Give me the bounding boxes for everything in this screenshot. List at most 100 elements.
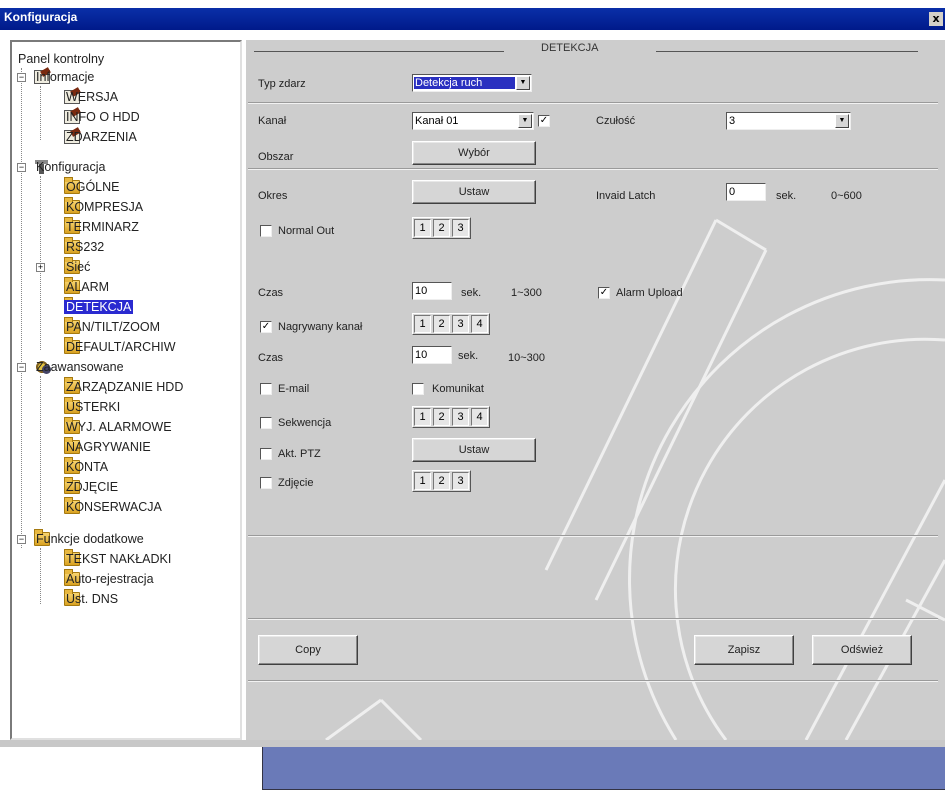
tree-item-label: OGÓLNE <box>66 180 120 194</box>
period-set-button[interactable]: Ustaw <box>412 180 536 204</box>
email-checkbox[interactable] <box>260 383 272 395</box>
tree-item-detekcja[interactable]: DETEKCJA <box>64 297 134 316</box>
tree-item-pan-tilt-zoom[interactable]: PAN/TILT/ZOOM <box>64 317 160 336</box>
tree-item-zdjecie[interactable]: ZDJĘCIE <box>64 477 118 496</box>
channel-label: Kanał <box>258 115 287 127</box>
divider <box>248 680 938 682</box>
tree-item-informacje[interactable]: Informacje <box>34 68 94 86</box>
channel-enable-checkbox[interactable]: ✓ <box>538 115 550 127</box>
expand-icon[interactable]: + <box>36 263 45 272</box>
close-icon[interactable]: x <box>929 12 943 26</box>
tree-item-label: Panel kontrolny <box>18 52 105 66</box>
header-divider <box>656 51 918 52</box>
alarm-upload-checkbox[interactable]: ✓ <box>598 287 610 299</box>
tree-item-label: DEFAULT/ARCHIW <box>66 340 176 354</box>
tree-item-tekst-nakladki[interactable]: TEKST NAKŁADKI <box>64 549 171 568</box>
channel-3-toggle[interactable]: 3 <box>452 315 469 333</box>
event-type-value: Detekcja ruch <box>414 77 515 89</box>
header-divider <box>254 51 504 52</box>
tree-item-zdarzenia[interactable]: ZDARZENIA <box>64 128 137 146</box>
chevron-down-icon[interactable]: ▼ <box>835 114 849 128</box>
sequence-selector: 1 2 3 4 <box>412 406 490 428</box>
channel-2-toggle[interactable]: 2 <box>433 315 450 333</box>
tree-item-alarm[interactable]: ALARM <box>64 277 109 296</box>
record-channel-checkbox[interactable]: ✓ <box>260 321 272 333</box>
tree-item-konfiguracja[interactable]: Konfiguracja <box>34 158 106 176</box>
tree-item-label: Konfiguracja <box>36 160 106 174</box>
normal-out-selector: 1 2 3 <box>412 217 471 239</box>
sequence-2-toggle[interactable]: 2 <box>433 408 450 426</box>
tree-item-wyj-alarmowe[interactable]: WYJ. ALARMOWE <box>64 417 172 436</box>
area-select-button[interactable]: Wybór <box>412 141 536 165</box>
time-range: 1~300 <box>511 287 542 299</box>
record-time-input[interactable] <box>412 346 452 364</box>
snapshot-1-toggle[interactable]: 1 <box>414 472 431 490</box>
alarm-upload-label: Alarm Upload <box>616 287 683 299</box>
chevron-down-icon[interactable]: ▼ <box>516 76 530 90</box>
sequence-3-toggle[interactable]: 3 <box>452 408 469 426</box>
tree-item-label: NAGRYWANIE <box>66 440 151 454</box>
channel-select[interactable]: Kanał 01 ▼ <box>412 112 534 130</box>
tree-item-siec[interactable]: Sieć <box>64 257 90 276</box>
tree-item-rs232[interactable]: RS232 <box>64 237 104 256</box>
ptz-activation-checkbox[interactable] <box>260 448 272 460</box>
sequence-checkbox[interactable] <box>260 417 272 429</box>
sensitivity-value: 3 <box>729 115 736 127</box>
tree-item-auto-rejestracja[interactable]: Auto-rejestracja <box>64 569 154 588</box>
tree-item-label: Zaawansowane <box>36 360 124 374</box>
window-titlebar: Konfiguracja x <box>0 0 945 30</box>
snapshot-checkbox[interactable] <box>260 477 272 489</box>
sequence-1-toggle[interactable]: 1 <box>414 408 431 426</box>
tree-item-ust-dns[interactable]: Ust. DNS <box>64 589 118 608</box>
snapshot-3-toggle[interactable]: 3 <box>452 472 469 490</box>
divider <box>248 618 938 620</box>
tree-item-zaawansowane[interactable]: Zaawansowane <box>34 358 124 376</box>
tree-item-kompresja[interactable]: KOMPRESJA <box>64 197 143 216</box>
normal-out-label: Normal Out <box>278 225 335 237</box>
tree-item-terminarz[interactable]: TERMINARZ <box>64 217 139 236</box>
event-type-label: Typ zdarz <box>258 78 306 90</box>
tree-item-konserwacja[interactable]: KONSERWACJA <box>64 497 162 516</box>
channel-1-toggle[interactable]: 1 <box>414 315 431 333</box>
tree-item-wersja[interactable]: WERSJA <box>64 88 118 106</box>
tree-connector <box>40 376 41 522</box>
tree-item-info-o-hdd[interactable]: INFO O HDD <box>64 108 140 126</box>
tree-item-label: ZDARZENIA <box>66 130 137 144</box>
chevron-down-icon[interactable]: ▼ <box>518 114 532 128</box>
tree-item-nagrywanie[interactable]: NAGRYWANIE <box>64 437 151 456</box>
copy-button[interactable]: Copy <box>258 635 358 665</box>
event-type-select[interactable]: Detekcja ruch ▼ <box>412 74 532 92</box>
navigation-tree: Panel kontrolny − Informacje WERSJA INFO… <box>10 40 945 790</box>
divider <box>248 535 938 537</box>
sensitivity-select[interactable]: 3 ▼ <box>726 112 851 130</box>
message-checkbox[interactable] <box>412 383 424 395</box>
channel-4-toggle[interactable]: 4 <box>471 315 488 333</box>
time-input[interactable] <box>412 282 452 300</box>
save-button[interactable]: Zapisz <box>694 635 794 665</box>
refresh-button[interactable]: Odśwież <box>812 635 912 665</box>
tree-item-ogolne[interactable]: OGÓLNE <box>64 177 120 196</box>
normal-out-checkbox[interactable] <box>260 225 272 237</box>
tree-item-konta[interactable]: KONTA <box>64 457 108 476</box>
snapshot-2-toggle[interactable]: 2 <box>433 472 450 490</box>
ptz-set-button[interactable]: Ustaw <box>412 438 536 462</box>
invalid-latch-input[interactable] <box>726 183 766 201</box>
record-channel-label: Nagrywany kanał <box>278 321 363 333</box>
tree-item-funkcje-dodatkowe[interactable]: Funkcje dodatkowe <box>34 529 144 548</box>
tree-item-label: Ust. DNS <box>66 592 119 606</box>
output-2-toggle[interactable]: 2 <box>433 219 450 237</box>
area-label: Obszar <box>258 151 294 163</box>
tree-item-usterki[interactable]: USTERKI <box>64 397 120 416</box>
collapse-icon[interactable]: − <box>17 163 26 172</box>
tree-connector <box>21 68 22 548</box>
output-1-toggle[interactable]: 1 <box>414 219 431 237</box>
snapshot-selector: 1 2 3 <box>412 470 471 492</box>
collapse-icon[interactable]: − <box>17 73 26 82</box>
tree-item-default-archiw[interactable]: DEFAULT/ARCHIW <box>64 337 176 356</box>
tree-item-zarzadzanie-hdd[interactable]: ZARZĄDZANIE HDD <box>64 377 183 396</box>
collapse-icon[interactable]: − <box>17 535 26 544</box>
collapse-icon[interactable]: − <box>17 363 26 372</box>
tree-item-label: Funkcje dodatkowe <box>36 532 144 546</box>
output-3-toggle[interactable]: 3 <box>452 219 469 237</box>
sequence-4-toggle[interactable]: 4 <box>471 408 488 426</box>
